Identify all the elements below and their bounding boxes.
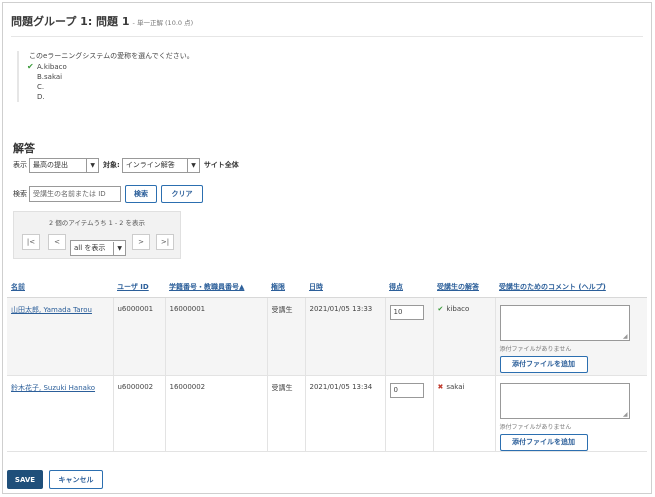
student-answer: kibaco (446, 304, 470, 313)
target-select[interactable]: インライン解答 ▼ (121, 157, 200, 173)
table-header-row: 名前 ユーザ ID 学籍番号・教職員番号▲ 権限 日時 得点 受講生の解答 受講… (7, 278, 647, 298)
score-input[interactable]: 10 (389, 304, 424, 320)
comment-textarea[interactable]: ◢ (499, 382, 630, 419)
cross-icon: ✖ (437, 382, 444, 391)
page-size-select[interactable]: all を表示 ▼ (70, 240, 126, 256)
show-select[interactable]: 最高の提出 ▼ (29, 157, 99, 173)
check-icon: ✔ (27, 62, 34, 71)
question-text: このeラーニングシステムの愛称を選んでください。 (29, 52, 194, 60)
cancel-button[interactable]: キャンセル (49, 470, 103, 489)
show-select-value: 最高の提出 (33, 161, 68, 169)
student-name-link[interactable]: 鈴木花子, Suzuki Hanako (11, 384, 95, 392)
form-footer: SAVE キャンセル (7, 470, 103, 489)
cell-name: 山田太郎, Yamada Tarou (7, 297, 113, 376)
comment-textarea[interactable]: ◢ (499, 304, 630, 341)
attachment-note: 添付ファイルがありません (499, 345, 572, 353)
table-row: 山田太郎, Yamada Tarou u6000001 16000001 受講生… (7, 297, 647, 376)
cell-score: 10 (384, 297, 433, 376)
student-answer: sakai (446, 382, 465, 391)
column-header-score[interactable]: 得点 (385, 278, 433, 298)
attachment-note: 添付ファイルがありません (499, 423, 572, 431)
answer-option: C. (29, 82, 317, 92)
check-icon: ✔ (437, 304, 444, 313)
column-header-answer[interactable]: 受講生の解答 (433, 278, 495, 298)
pager-count: 2 個のアイテムうち 1 - 2 を表示 (49, 219, 145, 227)
column-header-comment[interactable]: 受講生のためのコメント (ヘルプ) (495, 278, 647, 298)
cell-user-id: u6000002 (112, 375, 165, 452)
column-header-datetime[interactable]: 日時 (305, 278, 385, 298)
resize-grip-icon[interactable]: ◢ (623, 333, 628, 340)
cell-comment: ◢ 添付ファイルがありません 添付ファイルを追加 (494, 297, 647, 376)
cell-name: 鈴木花子, Suzuki Hanako (7, 375, 113, 452)
chevron-down-icon: ▼ (113, 241, 122, 255)
prev-page-button[interactable]: < (48, 234, 66, 250)
show-label: 表示 (13, 161, 27, 169)
next-page-button[interactable]: > (132, 234, 150, 250)
search-row: 検索 受講生の名前または ID 検索 クリア (13, 184, 203, 204)
column-header-role[interactable]: 権限 (267, 278, 305, 298)
scope-text: サイト全体 (203, 161, 239, 169)
cell-answer: ✖ sakai (432, 375, 495, 452)
add-attachment-button[interactable]: 添付ファイルを追加 (499, 355, 588, 373)
clear-button[interactable]: クリア (161, 185, 203, 203)
answer-label: D. (37, 93, 45, 101)
answer-label: B.sakai (37, 73, 63, 81)
answer-option: D. (29, 92, 317, 102)
pager: 2 個のアイテムうち 1 - 2 を表示 |< < all を表示 ▼ > >| (13, 211, 181, 259)
cell-datetime: 2021/01/05 13:33 (304, 297, 385, 376)
cell-user-id: u6000001 (112, 297, 165, 376)
score-input[interactable]: 0 (389, 382, 424, 398)
cell-role: 受講生 (266, 375, 305, 452)
cell-score: 0 (384, 375, 433, 452)
table-row: 鈴木花子, Suzuki Hanako u6000002 16000002 受講… (7, 375, 647, 452)
submissions-table: 名前 ユーザ ID 学籍番号・教職員番号▲ 権限 日時 得点 受講生の解答 受講… (7, 278, 647, 452)
chevron-down-icon: ▼ (86, 158, 95, 172)
cell-answer: ✔ kibaco (432, 297, 495, 376)
answer-option: B.sakai (29, 72, 317, 82)
answer-label: C. (37, 83, 45, 91)
column-header-student-no[interactable]: 学籍番号・教職員番号▲ (165, 278, 267, 298)
search-label: 検索 (13, 190, 27, 198)
target-select-value: インライン解答 (125, 161, 175, 169)
page-title: 問題グループ 1: 問題 1 (11, 15, 130, 28)
cell-role: 受講生 (266, 297, 305, 376)
cell-student-no: 16000002 (164, 375, 267, 452)
resize-grip-icon[interactable]: ◢ (623, 411, 628, 418)
target-label: 対象: (103, 161, 120, 169)
column-header-user-id[interactable]: ユーザ ID (113, 278, 165, 298)
assessment-grading-panel: 問題グループ 1: 問題 1- 単一正解 (10.0 点) このeラーニングシス… (2, 2, 652, 494)
last-page-button[interactable]: >| (156, 234, 174, 250)
first-page-button[interactable]: |< (22, 234, 40, 250)
section-title: 解答 (13, 142, 35, 155)
answer-option: ✔ A.kibaco (27, 62, 317, 72)
cell-comment: ◢ 添付ファイルがありません 添付ファイルを追加 (494, 375, 647, 452)
cell-datetime: 2021/01/05 13:34 (304, 375, 385, 452)
search-input[interactable]: 受講生の名前または ID (29, 186, 121, 202)
column-header-name[interactable]: 名前 (7, 278, 113, 298)
filter-bar: 表示 最高の提出 ▼ 対象: インライン解答 ▼ サイト全体 (13, 157, 239, 173)
question-type: - 単一正解 (10.0 点) (132, 19, 194, 27)
cell-student-no: 16000001 (164, 297, 267, 376)
search-button[interactable]: 検索 (125, 185, 157, 203)
answer-label: A.kibaco (37, 63, 67, 71)
question-block: このeラーニングシステムの愛称を選んでください。 ✔ A.kibaco B.sa… (17, 51, 317, 102)
student-name-link[interactable]: 山田太郎, Yamada Tarou (11, 306, 92, 314)
page-header: 問題グループ 1: 問題 1- 単一正解 (10.0 点) (11, 13, 643, 37)
page-size-value: all を表示 (74, 244, 106, 252)
chevron-down-icon: ▼ (187, 158, 196, 172)
add-attachment-button[interactable]: 添付ファイルを追加 (499, 433, 588, 451)
save-button[interactable]: SAVE (7, 470, 43, 489)
